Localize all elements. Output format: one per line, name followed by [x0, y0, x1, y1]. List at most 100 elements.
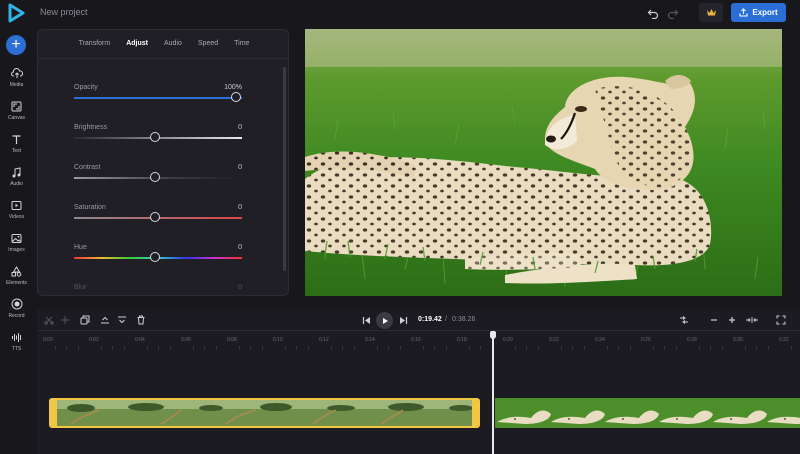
- trash-icon[interactable]: [135, 314, 147, 326]
- send-down-icon[interactable]: [116, 314, 128, 326]
- ruler-tick-mark: [54, 346, 56, 349]
- ruler-tick-label: 0:16: [411, 337, 421, 343]
- undo-icon[interactable]: [646, 6, 660, 20]
- export-label: Export: [752, 8, 778, 17]
- play-icon: [382, 317, 388, 324]
- ruler-tick-mark: [468, 346, 470, 349]
- rail-label: Media: [9, 82, 24, 88]
- zoom-out-icon[interactable]: [708, 314, 720, 326]
- app-logo-icon[interactable]: [6, 3, 26, 23]
- ruler-tick-mark: [526, 346, 527, 349]
- rail-label: TTS: [11, 346, 22, 352]
- clip-cheetah[interactable]: [495, 398, 800, 428]
- ruler-tick-mark: [204, 346, 205, 349]
- play-button[interactable]: [376, 312, 393, 329]
- slider-label: Brightness: [74, 124, 108, 131]
- brightness-thumb[interactable]: [150, 132, 160, 142]
- slider-value: 0: [238, 124, 242, 131]
- rail-item-text[interactable]: Text: [0, 133, 33, 161]
- rail-item-elements[interactable]: Elements: [0, 265, 33, 293]
- music-note-icon: [11, 166, 23, 178]
- slider-value: 0: [238, 244, 242, 251]
- tab-transform[interactable]: Transform: [71, 30, 119, 58]
- rail-item-canvas[interactable]: Canvas: [0, 100, 33, 128]
- cheetah-frame-image: [305, 29, 782, 296]
- tab-time[interactable]: Time: [226, 30, 257, 58]
- clip-trim-handle-right[interactable]: [472, 400, 478, 426]
- ruler-tick-mark: [664, 346, 665, 349]
- add-button[interactable]: +: [6, 35, 26, 55]
- crown-icon: [706, 9, 716, 16]
- ruler-tick-label: 0:02: [89, 337, 99, 343]
- playhead[interactable]: [492, 334, 494, 454]
- image-icon: [11, 232, 23, 244]
- ruler-tick-mark: [744, 346, 746, 349]
- hue-thumb[interactable]: [150, 252, 160, 262]
- ruler-tick-label: 0:12: [319, 337, 329, 343]
- tab-audio[interactable]: Audio: [156, 30, 190, 58]
- clip-trim-handle-left[interactable]: [51, 400, 57, 426]
- ruler-tick-mark: [606, 346, 608, 349]
- ruler-tick-mark: [583, 346, 585, 349]
- current-time: 0:19.42: [418, 316, 442, 323]
- premium-crown-button[interactable]: [699, 3, 723, 22]
- rail-item-audio[interactable]: Audio: [0, 166, 33, 194]
- rail-item-media[interactable]: Media: [0, 67, 33, 95]
- ruler-tick-mark: [618, 346, 619, 349]
- ruler-tick-mark: [445, 346, 447, 349]
- slider-label: Opacity: [74, 84, 98, 91]
- tab-speed[interactable]: Speed: [190, 30, 226, 58]
- waveform-icon: [11, 331, 23, 343]
- split-icon[interactable]: [43, 314, 55, 326]
- ruler-tick-label: 0:04: [135, 337, 145, 343]
- ruler-tick-mark: [698, 346, 700, 349]
- tab-adjust[interactable]: Adjust: [118, 30, 156, 58]
- video-preview[interactable]: [305, 29, 782, 296]
- project-title[interactable]: New project: [40, 7, 88, 17]
- skip-back-icon[interactable]: [360, 314, 372, 326]
- canvas-icon: [11, 100, 23, 112]
- bring-up-icon[interactable]: [99, 314, 111, 326]
- ruler-tick-mark: [284, 346, 286, 349]
- ruler-tick-mark: [307, 346, 309, 349]
- saturation-thumb[interactable]: [150, 212, 160, 222]
- skip-forward-icon[interactable]: [397, 314, 409, 326]
- crop-icon[interactable]: [59, 314, 71, 326]
- ruler-tick-mark: [422, 346, 424, 349]
- panel-scrollbar[interactable]: [283, 67, 286, 271]
- duplicate-icon[interactable]: [79, 314, 91, 326]
- export-button[interactable]: Export: [731, 3, 786, 22]
- rail-item-images[interactable]: Images: [0, 232, 33, 260]
- ruler-tick-mark: [652, 346, 654, 349]
- opacity-track[interactable]: [74, 97, 242, 99]
- rail-item-record[interactable]: Record: [0, 298, 33, 326]
- slider-value: 0: [238, 284, 242, 291]
- rail-item-tts[interactable]: TTS: [0, 331, 33, 359]
- rail-item-videos[interactable]: Videos: [0, 199, 33, 227]
- ruler-tick-label: 0:28: [687, 337, 697, 343]
- opacity-thumb[interactable]: [231, 92, 241, 102]
- redo-icon[interactable]: [666, 6, 680, 20]
- ruler-tick-mark: [250, 346, 251, 349]
- ruler-tick-mark: [169, 346, 171, 349]
- fullscreen-icon[interactable]: [775, 314, 787, 326]
- ruler-tick-mark: [100, 346, 102, 349]
- fit-timeline-icon[interactable]: [744, 314, 760, 326]
- zoom-in-icon[interactable]: [726, 314, 738, 326]
- rail-label: Images: [8, 247, 25, 253]
- contrast-thumb[interactable]: [150, 172, 160, 182]
- time-ruler[interactable]: 0:00 0:02 0:04 0:06 0:08 0:10 0:12 0:14 0:16 0:18…: [37, 332, 800, 354]
- ruler-tick-mark: [537, 346, 539, 349]
- ruler-tick-mark: [296, 346, 297, 349]
- ruler-tick-mark: [261, 346, 263, 349]
- ruler-tick-label: 0:32: [779, 337, 789, 343]
- time-separator: /: [445, 316, 447, 323]
- ruler-tick-mark: [399, 346, 401, 349]
- clip-savanna-selected[interactable]: [49, 398, 480, 428]
- snap-icon[interactable]: [678, 314, 690, 326]
- video-icon: [11, 199, 23, 211]
- ruler-tick-label: 0:10: [273, 337, 283, 343]
- ruler-tick-mark: [123, 346, 125, 349]
- ruler-tick-mark: [710, 346, 711, 349]
- plus-icon: +: [11, 36, 21, 53]
